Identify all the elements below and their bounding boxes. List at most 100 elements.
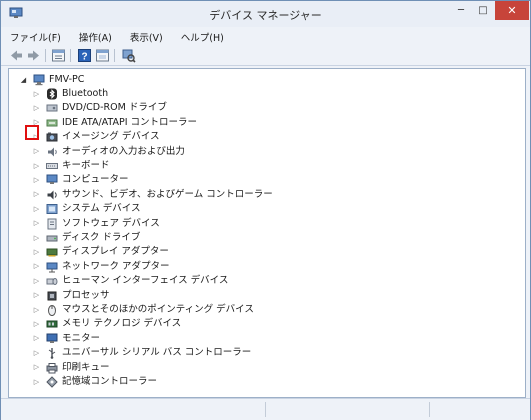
- expand-arrow-icon[interactable]: ▷: [32, 378, 41, 387]
- expand-arrow-icon[interactable]: ▷: [32, 219, 41, 228]
- tree-item[interactable]: ▷ メモリ テクノロジ デバイス: [32, 317, 181, 331]
- ide-controller-icon: [46, 119, 58, 127]
- menu-bar: ファイル(F) 操作(A) 表示(V) ヘルプ(H): [1, 27, 530, 46]
- maximize-button[interactable]: □: [472, 1, 494, 20]
- tree-item-label: コンピューター: [62, 174, 129, 186]
- expand-arrow-icon[interactable]: ▷: [32, 147, 41, 156]
- device-tree[interactable]: ◢ FMV-PC ▷ Bluetooth ▷ DVD/CD-ROM ドライブ ▷ IDE …: [8, 68, 526, 398]
- status-bar: [1, 398, 530, 420]
- expand-arrow-icon[interactable]: ▷: [32, 162, 41, 171]
- menu-help[interactable]: ヘルプ(H): [172, 30, 233, 44]
- tree-item[interactable]: ▷ Bluetooth: [32, 87, 108, 101]
- tree-item[interactable]: ▷ モニター: [32, 332, 100, 346]
- processor-icon: [47, 291, 57, 301]
- memory-icon: [46, 320, 58, 328]
- tree-item[interactable]: ▷ 印刷キュー: [32, 361, 110, 375]
- expand-arrow-icon[interactable]: ▷: [32, 277, 41, 286]
- tree-item[interactable]: ▷ マウスとそのほかのポインティング デバイス: [32, 303, 254, 317]
- imaging-device-icon: [46, 132, 58, 142]
- tree-item[interactable]: ▷ ヒューマン インターフェイス デバイス: [32, 274, 229, 288]
- forward-icon[interactable]: [26, 48, 41, 63]
- help-icon[interactable]: ?: [77, 48, 92, 63]
- tree-item-label: Bluetooth: [62, 88, 109, 99]
- tree-item[interactable]: ▷ システム デバイス: [32, 202, 140, 216]
- tree-item-label: システム デバイス: [62, 203, 141, 215]
- storage-controller-icon: [46, 376, 58, 388]
- minimize-button[interactable]: ─: [450, 1, 472, 20]
- keyboard-icon: [46, 163, 58, 169]
- tree-item[interactable]: ▷ ソフトウェア デバイス: [32, 217, 160, 231]
- tree-item-label: ヒューマン インターフェイス デバイス: [62, 275, 229, 287]
- printer-icon: [46, 362, 58, 374]
- tree-item[interactable]: ▷ キーボード: [32, 159, 110, 173]
- status-separator: [265, 402, 266, 417]
- toolbar-separator: [45, 49, 46, 62]
- tree-item[interactable]: ▷ IDE ATA/ATAPI コントローラー: [32, 116, 197, 130]
- menu-file[interactable]: ファイル(F): [1, 30, 70, 44]
- tree-item-label: イメージング デバイス: [62, 131, 160, 143]
- tree-item-label: ユニバーサル シリアル バス コントローラー: [62, 347, 252, 359]
- tree-item-label: DVD/CD-ROM ドライブ: [62, 102, 167, 114]
- tree-item[interactable]: ▷ サウンド、ビデオ、およびゲーム コントローラー: [32, 188, 273, 202]
- tree-item-label: マウスとそのほかのポインティング デバイス: [62, 304, 254, 315]
- tree-item[interactable]: ▷ ユニバーサル シリアル バス コントローラー: [32, 346, 251, 360]
- monitor-icon: [46, 333, 58, 343]
- toolbar-separator: [114, 49, 115, 62]
- tree-item-label: メモリ テクノロジ デバイス: [62, 318, 182, 330]
- tree-item[interactable]: ▷ オーディオの入力および出力: [32, 145, 185, 159]
- tree-item-label: モニター: [62, 332, 101, 344]
- tree-item[interactable]: ▷ ディスク ドライブ: [32, 231, 141, 245]
- menu-action[interactable]: 操作(A): [70, 30, 121, 44]
- tree-item-label: サウンド、ビデオ、およびゲーム コントローラー: [62, 188, 273, 200]
- expand-arrow-icon[interactable]: ▷: [32, 90, 41, 99]
- expand-arrow-icon[interactable]: ▷: [32, 334, 41, 343]
- tree-root[interactable]: ◢ FMV-PC: [19, 73, 84, 87]
- tree-item-label: 印刷キュー: [62, 361, 110, 373]
- tree-item[interactable]: ▷ イメージング デバイス: [32, 130, 160, 144]
- tree-item[interactable]: ▷ ネットワーク アダプター: [32, 260, 170, 274]
- tree-item-label: IDE ATA/ATAPI コントローラー: [62, 116, 198, 128]
- tree-item[interactable]: ▷ プロセッサ: [32, 289, 110, 303]
- tree-root-label: FMV-PC: [49, 74, 85, 85]
- details-view-icon[interactable]: [95, 48, 110, 63]
- hid-icon: [46, 278, 58, 286]
- computer-icon: [33, 74, 45, 86]
- expand-arrow-icon[interactable]: ▷: [32, 104, 41, 113]
- close-button[interactable]: ✕: [495, 1, 529, 20]
- tree-item-label: ネットワーク アダプター: [62, 260, 170, 272]
- properties-icon[interactable]: [51, 48, 66, 63]
- expand-arrow-icon[interactable]: ▷: [32, 306, 41, 315]
- scan-hardware-icon[interactable]: [121, 48, 136, 63]
- expand-arrow-icon[interactable]: ▷: [32, 363, 41, 372]
- toolbar-separator: [70, 49, 71, 62]
- menu-view[interactable]: 表示(V): [121, 30, 172, 44]
- expand-arrow-icon[interactable]: ▷: [32, 291, 41, 300]
- expand-arrow-icon[interactable]: ▷: [32, 190, 41, 199]
- tree-item[interactable]: ▷ DVD/CD-ROM ドライブ: [32, 101, 167, 115]
- dvd-drive-icon: [46, 104, 58, 112]
- tree-item-label: プロセッサ: [62, 289, 110, 301]
- expand-arrow-icon[interactable]: ▷: [32, 176, 41, 185]
- expand-arrow-icon[interactable]: ▷: [32, 320, 41, 329]
- svg-text:?: ?: [81, 52, 87, 63]
- tree-item[interactable]: ▷ コンピューター: [32, 173, 129, 187]
- tree-item[interactable]: ▷ 記憶域コントローラー: [32, 375, 157, 389]
- expand-arrow-icon[interactable]: ▷: [32, 349, 41, 358]
- expand-arrow-icon[interactable]: ▷: [32, 262, 41, 271]
- toolbar: ?: [1, 46, 530, 66]
- expand-arrow-icon[interactable]: ▷: [32, 234, 41, 243]
- network-adapter-icon: [46, 262, 58, 273]
- system-device-icon: [46, 204, 58, 215]
- expand-arrow-icon[interactable]: ▷: [32, 248, 41, 257]
- highlight-box: [25, 125, 39, 140]
- bluetooth-icon: [47, 88, 57, 100]
- collapse-arrow-icon[interactable]: ◢: [19, 76, 28, 85]
- display-adapter-icon: [46, 248, 58, 257]
- back-icon[interactable]: [9, 48, 24, 63]
- sound-icon: [47, 190, 57, 200]
- title-bar[interactable]: デバイス マネージャー ─ □ ✕: [1, 1, 530, 27]
- computer-icon: [46, 174, 58, 185]
- tree-item-label: キーボード: [62, 160, 110, 171]
- expand-arrow-icon[interactable]: ▷: [32, 205, 41, 214]
- tree-item[interactable]: ▷ ディスプレイ アダプター: [32, 245, 169, 259]
